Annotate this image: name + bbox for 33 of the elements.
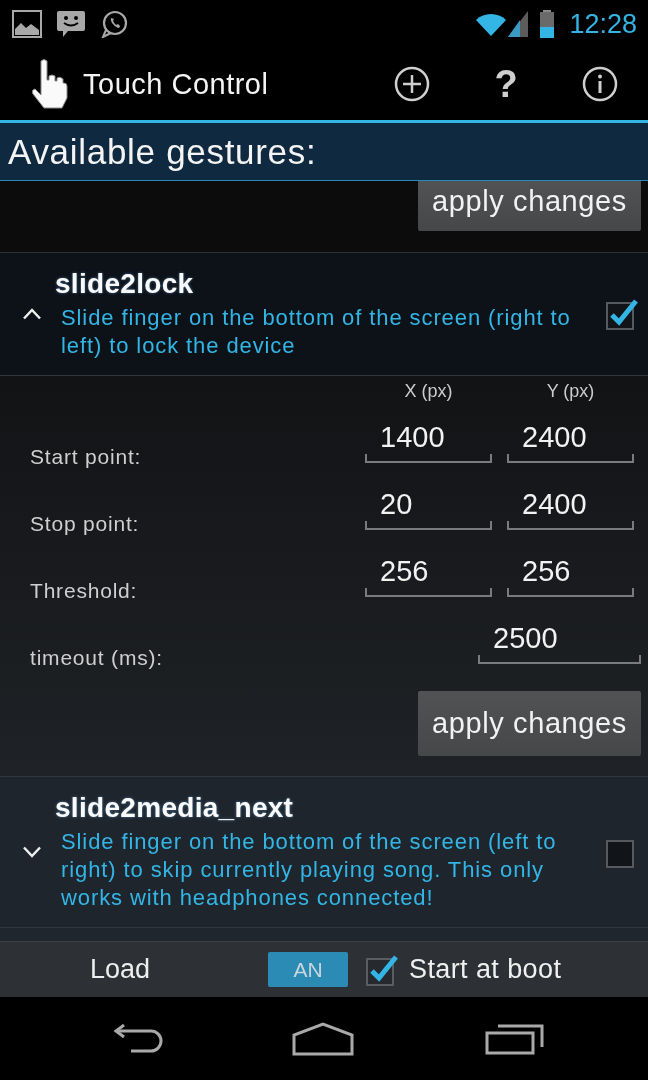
- signal-icon: [508, 11, 529, 37]
- chat-smiley-icon: [56, 9, 86, 39]
- add-circle-icon[interactable]: [394, 66, 430, 102]
- chevron-up-icon[interactable]: [22, 308, 42, 320]
- apply-button[interactable]: apply changes: [418, 691, 641, 756]
- checkbox[interactable]: [605, 297, 639, 331]
- gesture-title: slide2media_next: [55, 792, 295, 824]
- battery-icon: [540, 10, 555, 38]
- app-title: Touch Control: [83, 67, 269, 101]
- gesture-description: Slide finger on the bottom of the screen (right to left) to lock the device: [60, 304, 572, 360]
- home-icon[interactable]: [291, 1021, 355, 1056]
- field-label: Start point:: [29, 445, 143, 469]
- checkbox-label: Start at boot: [409, 954, 562, 985]
- phone-bubble-icon: [100, 10, 128, 38]
- help-button[interactable]: ?: [488, 64, 524, 104]
- apply-button[interactable]: apply changes: [418, 181, 641, 231]
- chevron-down-icon[interactable]: [22, 846, 42, 858]
- section-header: Available gestures:: [0, 123, 648, 181]
- gesture-description: Slide finger on the bottom of the screen (left to right) to skip currently playing song. This only works with headphones connected!: [60, 828, 558, 912]
- column-header: Y (px): [545, 380, 596, 403]
- gesture-title: slide2lock: [55, 268, 195, 300]
- status-time: 12:28: [569, 8, 637, 40]
- field-label: timeout (ms):: [29, 646, 164, 670]
- gesture-item[interactable]: slide2media_next Slide finger on the bottom of the screen (left to right) to skip currently playing song. This only works with headphones connected!: [0, 777, 648, 928]
- picture-icon: [12, 10, 42, 38]
- field-label: Stop point:: [29, 512, 141, 536]
- wifi-icon: [475, 11, 508, 37]
- recent-apps-icon[interactable]: [484, 1022, 546, 1055]
- load-button[interactable]: Load: [60, 954, 180, 985]
- gesture-item[interactable]: slide2lock Slide finger on the bottom of the screen (right to left) to lock the device: [0, 253, 648, 376]
- field-label: Threshold:: [29, 579, 139, 603]
- info-icon[interactable]: [582, 66, 618, 102]
- column-header: X (px): [403, 380, 454, 403]
